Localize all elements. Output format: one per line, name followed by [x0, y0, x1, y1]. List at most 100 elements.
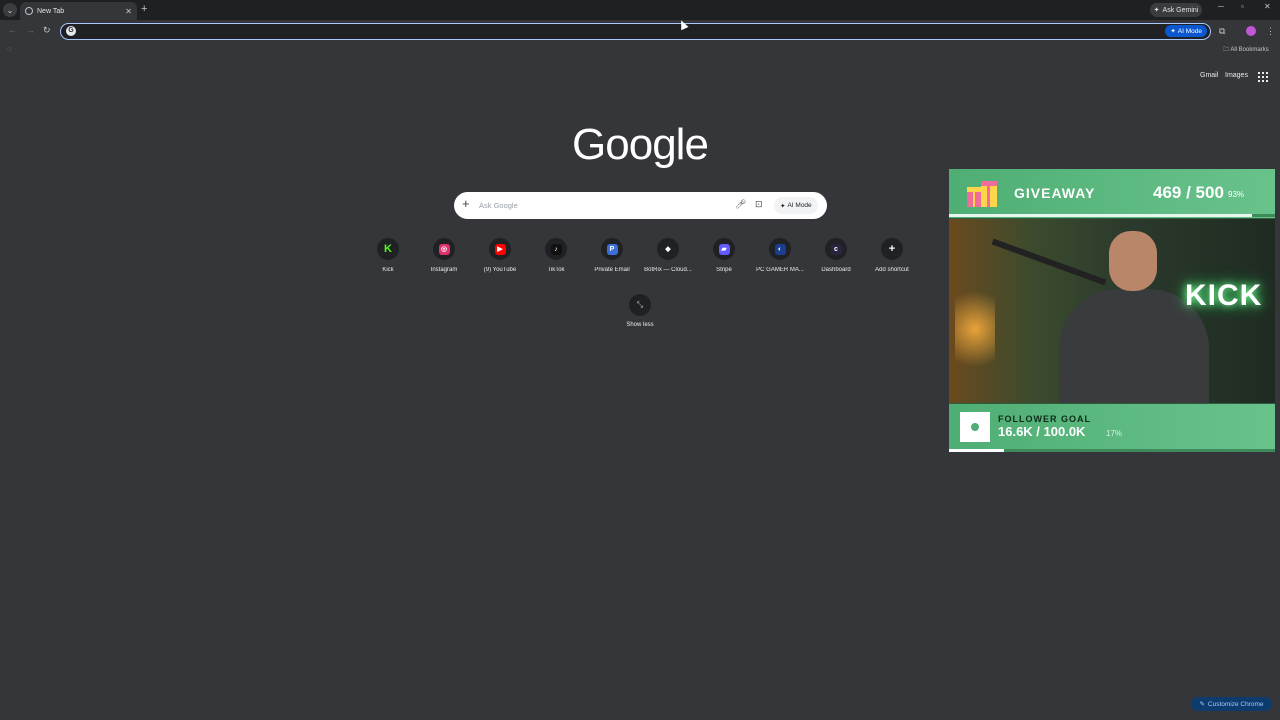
shortcut-tile[interactable]: c Dashboard — [808, 238, 864, 273]
follower-goal-percent: 17% — [1106, 429, 1123, 438]
shortcut-tile[interactable]: ♪ TikTok — [528, 238, 584, 273]
ai-mode-icon: ✦ — [780, 202, 786, 210]
giveaway-progress-fill — [949, 214, 1253, 217]
shortcut-label: Kick — [382, 267, 394, 273]
plus-icon[interactable]: + — [462, 196, 470, 211]
botrix-icon: ◆ — [662, 243, 674, 255]
omnibox-ai-mode-label: AI Mode — [1177, 27, 1202, 35]
follower-goal-widget: FOLLOWER GOAL 16.6K / 100.0K 17% — [949, 404, 1275, 452]
reload-icon[interactable]: ↻ — [43, 25, 51, 36]
shortcut-tile[interactable]: ◆ BotRix — Cloud... — [640, 238, 696, 273]
shortcut-label: Instagram — [430, 267, 458, 273]
tab-search-button[interactable]: ⌄ — [3, 3, 17, 17]
address-bar[interactable]: G ✦ AI Mode — [60, 23, 1211, 40]
shortcut-tile[interactable]: ▶ (9) YouTube — [472, 238, 528, 273]
google-g-icon: G — [66, 26, 76, 36]
microphone-icon[interactable]: 🎤︎ — [735, 199, 746, 210]
webcam-feed: KICK — [949, 219, 1275, 403]
shortcut-icon-wrapper: ◐ — [769, 238, 791, 260]
omnibox-ai-mode-button[interactable]: ✦ AI Mode — [1165, 25, 1207, 37]
giveaway-percent: 93% — [1228, 190, 1245, 199]
shortcut-tile[interactable]: P Private Email — [584, 238, 640, 273]
shortcut-tile[interactable]: ◐ PC GAMER MA... — [752, 238, 808, 273]
shortcut-icon-wrapper: ▰ — [713, 238, 735, 260]
pencil-icon: ✎ — [1199, 701, 1205, 708]
close-window-button[interactable]: ✕ — [1264, 2, 1271, 11]
new-tab-button[interactable]: + — [141, 3, 147, 15]
ai-mode-icon: ✦ — [1170, 28, 1176, 35]
chevron-down-icon: ⌄ — [6, 5, 14, 15]
shortcut-label: TikTok — [547, 267, 565, 273]
shortcut-icon-wrapper: c — [825, 238, 847, 260]
private-email-icon: P — [606, 243, 618, 255]
giveaway-title: GIVEAWAY — [1014, 185, 1096, 201]
google-logo: Google — [572, 120, 709, 169]
shortcut-icon-wrapper: + — [881, 238, 903, 260]
show-less-button[interactable]: ⤡ Show less — [612, 294, 668, 328]
ask-gemini-button[interactable]: ✦ Ask Gemini — [1150, 3, 1202, 17]
pc-gamer-icon: ◐ — [774, 243, 786, 255]
plus-icon: + — [886, 243, 898, 255]
minimize-button[interactable]: ─ — [1218, 2, 1224, 11]
streamer-head — [1109, 231, 1157, 291]
show-less-label: Show less — [626, 322, 654, 328]
close-icon[interactable]: ✕ — [125, 7, 132, 16]
shortcut-label: (9) YouTube — [483, 267, 517, 273]
menu-icon[interactable]: ⋮ — [1266, 26, 1275, 37]
gmail-link[interactable]: Gmail — [1200, 72, 1218, 79]
all-bookmarks-button[interactable]: 🗀 All Bookmarks — [1223, 45, 1269, 55]
neon-sign: KICK — [1185, 279, 1263, 312]
title-bar: ⌄ New Tab ✕ + ✦ Ask Gemini ─ ▫ ✕ — [0, 0, 1280, 20]
gemini-icon: ✦ — [1153, 7, 1160, 14]
follower-goal-title: FOLLOWER GOAL — [998, 414, 1091, 424]
shortcut-label: Private Email — [594, 267, 630, 273]
apps-shortcut-icon[interactable]: ⁘ — [6, 45, 13, 54]
dashboard-icon: c — [830, 243, 842, 255]
shortcut-label: Add shortcut — [875, 267, 909, 273]
giveaway-widget: GIVEAWAY 469 / 500 93% — [949, 169, 1275, 218]
shortcut-icon-wrapper: K — [377, 238, 399, 260]
avatar[interactable] — [1246, 26, 1256, 36]
bookmarks-bar — [0, 42, 1280, 56]
shortcut-tile[interactable]: ◎ Instagram — [416, 238, 472, 273]
shortcut-label: Dashboard — [821, 267, 851, 273]
lens-icon[interactable]: ⊡ — [755, 199, 763, 210]
tab-new-tab[interactable]: New Tab ✕ — [20, 2, 137, 20]
ask-gemini-label: Ask Gemini — [1162, 6, 1199, 14]
ai-mode-button[interactable]: ✦ AI Mode — [774, 197, 818, 214]
search-input[interactable]: Ask Google — [479, 201, 518, 210]
shortcut-tile[interactable]: K Kick — [360, 238, 416, 273]
shortcut-label: Stripe — [716, 267, 732, 273]
microphone-arm — [991, 238, 1107, 286]
images-link[interactable]: Images — [1225, 72, 1248, 79]
instagram-icon: ◎ — [438, 243, 450, 255]
kick-icon: K — [384, 242, 392, 255]
maximize-button[interactable]: ▫ — [1241, 2, 1244, 11]
giveaway-count: 469 / 500 — [1153, 183, 1224, 202]
stream-overlay: GIVEAWAY 469 / 500 93% KICK FOLLOWER GOA… — [949, 169, 1275, 452]
follower-goal-count: 16.6K / 100.0K — [998, 424, 1086, 439]
gift-icon — [967, 181, 997, 207]
background-lights — [955, 279, 995, 379]
follower-progress-fill — [949, 449, 1005, 452]
customize-chrome-button[interactable]: ✎ Customize Chrome — [1191, 697, 1272, 711]
search-box[interactable]: + Ask Google 🎤︎ ⊡ ✦ AI Mode — [454, 192, 827, 219]
tiktok-icon: ♪ — [550, 243, 562, 255]
collapse-icon: ⤡ — [629, 294, 651, 316]
back-icon[interactable]: ← — [8, 25, 17, 35]
giveaway-progress-track — [949, 214, 1275, 217]
shortcut-label: BotRix — Cloud... — [644, 267, 692, 273]
youtube-icon: ▶ — [494, 243, 506, 255]
shortcut-tile[interactable]: ▰ Stripe — [696, 238, 752, 273]
shortcut-icon-wrapper: ◎ — [433, 238, 455, 260]
extensions-icon[interactable]: ⧉ — [1219, 26, 1225, 37]
tab-title: New Tab — [37, 7, 65, 15]
forward-icon[interactable]: → — [26, 25, 35, 35]
shortcut-tile[interactable]: + Add shortcut — [864, 238, 920, 273]
customize-chrome-label: Customize Chrome — [1207, 700, 1264, 708]
chrome-icon — [25, 7, 33, 15]
user-icon — [960, 412, 990, 442]
shortcut-icon-wrapper: ♪ — [545, 238, 567, 260]
google-apps-icon[interactable] — [1258, 72, 1268, 82]
shortcut-icon-wrapper: ◆ — [657, 238, 679, 260]
